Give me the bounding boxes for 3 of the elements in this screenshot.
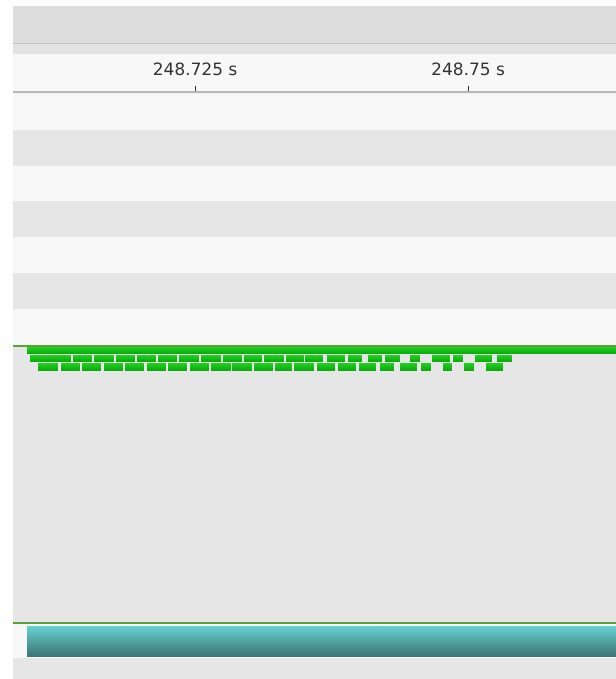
time-label: 248.725 s bbox=[152, 59, 238, 81]
tick-mark bbox=[194, 86, 196, 91]
time-label: 248.75 s bbox=[431, 59, 505, 81]
